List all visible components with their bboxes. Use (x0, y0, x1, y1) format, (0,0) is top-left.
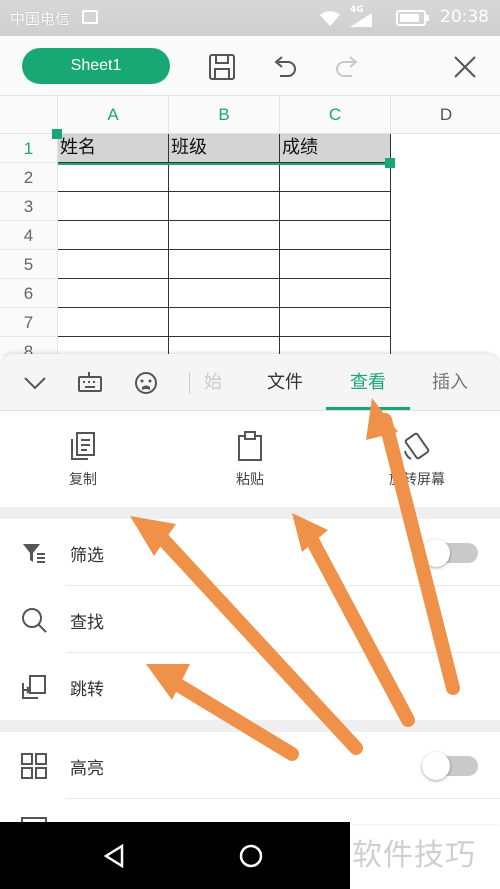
row-header-3[interactable]: 3 (0, 192, 58, 221)
app-root: 中国电信 4G 20:38 Sheet1 A B C D 1 2 3 4 5 6… (0, 0, 500, 889)
clock: 20:38 (440, 7, 489, 27)
rotate-screen-icon (404, 432, 430, 460)
paste-button[interactable]: 粘贴 (190, 411, 310, 507)
highlight-row[interactable]: 高亮 (0, 732, 500, 799)
chevron-down-icon[interactable] (22, 370, 48, 396)
watermark-text: 软件技巧 (352, 838, 476, 873)
assistant-face-icon[interactable] (133, 370, 159, 396)
table-cell[interactable] (169, 279, 280, 308)
column-header-b[interactable]: B (169, 96, 280, 134)
highlight-icon (21, 753, 47, 779)
close-icon[interactable] (450, 52, 480, 82)
column-header-c[interactable]: C (280, 96, 391, 134)
selection-underline (58, 163, 391, 165)
image-notification-icon (82, 10, 98, 24)
cell-c1[interactable]: 成绩 (280, 134, 391, 163)
keyboard-icon[interactable] (77, 370, 103, 396)
copy-button[interactable]: 复制 (23, 411, 143, 507)
find-label: 查找 (70, 613, 104, 633)
table-cell[interactable] (280, 221, 391, 250)
table-cell[interactable] (58, 250, 169, 279)
paste-icon (238, 431, 262, 461)
signal-icon (350, 13, 372, 27)
selection-handle-end[interactable] (385, 158, 395, 168)
table-cell[interactable] (58, 308, 169, 337)
save-icon[interactable] (207, 52, 237, 82)
bottom-tool-panel: 始 文件 查看 插入 复制 粘贴 旋转屏幕 筛选 查找 跳转 高亮 (0, 354, 500, 824)
tab-file[interactable]: 文件 (250, 354, 320, 411)
table-cell[interactable] (280, 163, 391, 192)
rotate-screen-label: 旋转屏幕 (389, 472, 445, 488)
table-cell[interactable] (169, 192, 280, 221)
selection-handle-start[interactable] (52, 129, 62, 139)
spreadsheet-grid[interactable]: A B C D 1 2 3 4 5 6 7 8 姓名 班级 成绩 (0, 96, 500, 356)
row-header-1[interactable]: 1 (0, 134, 58, 163)
highlight-label: 高亮 (70, 759, 104, 779)
table-cell[interactable] (58, 192, 169, 221)
tab-insert[interactable]: 插入 (420, 354, 480, 411)
table-cell[interactable] (169, 308, 280, 337)
highlight-toggle[interactable] (422, 752, 478, 780)
status-bar: 中国电信 4G 20:38 (0, 0, 500, 36)
copy-icon (71, 432, 95, 460)
filter-label: 筛选 (70, 546, 104, 566)
table-cell[interactable] (169, 250, 280, 279)
rotate-screen-button[interactable]: 旋转屏幕 (357, 411, 477, 507)
back-icon[interactable] (100, 842, 128, 870)
column-header-d[interactable]: D (391, 96, 500, 134)
table-cell[interactable] (58, 163, 169, 192)
table-cell[interactable] (58, 279, 169, 308)
search-icon (22, 608, 47, 633)
section-gap (0, 720, 500, 732)
table-cell[interactable] (280, 250, 391, 279)
tab-view[interactable]: 查看 (330, 354, 406, 411)
table-cell[interactable] (280, 308, 391, 337)
jump-row[interactable]: 跳转 (0, 653, 500, 720)
row-header-4[interactable]: 4 (0, 221, 58, 250)
cell-a1[interactable]: 姓名 (58, 134, 169, 163)
filter-icon (23, 544, 45, 563)
table-cell[interactable] (58, 221, 169, 250)
table-cell[interactable] (280, 192, 391, 221)
wifi-icon (320, 11, 340, 26)
redo-icon[interactable] (332, 52, 362, 82)
jump-icon (22, 675, 46, 699)
sheet-tab-button[interactable]: Sheet1 (22, 48, 170, 84)
corner-cell[interactable] (0, 96, 58, 134)
jump-label: 跳转 (70, 680, 104, 700)
table-cell[interactable] (169, 163, 280, 192)
row-divider (66, 798, 500, 799)
tab-separator (189, 372, 190, 394)
filter-row[interactable]: 筛选 (0, 519, 500, 586)
toggle-knob (422, 752, 450, 780)
carrier-name: 中国电信 (10, 10, 71, 28)
paste-label: 粘贴 (236, 472, 264, 488)
column-header-a[interactable]: A (58, 96, 169, 134)
active-tab-indicator (326, 407, 410, 410)
quick-actions: 复制 粘贴 旋转屏幕 (0, 411, 500, 507)
section-gap (0, 507, 500, 519)
table-cell[interactable] (169, 221, 280, 250)
filter-toggle[interactable] (422, 539, 478, 567)
battery-fill (400, 14, 419, 22)
cell-b1[interactable]: 班级 (169, 134, 280, 163)
copy-label: 复制 (69, 472, 97, 488)
system-nav-bar (0, 822, 350, 889)
row-header-7[interactable]: 7 (0, 308, 58, 337)
row-header-5[interactable]: 5 (0, 250, 58, 279)
row-header-6[interactable]: 6 (0, 279, 58, 308)
home-icon[interactable] (237, 842, 265, 870)
row-header-2[interactable]: 2 (0, 163, 58, 192)
battery-icon (396, 10, 429, 26)
table-cell[interactable] (280, 279, 391, 308)
top-toolbar: Sheet1 (0, 36, 500, 96)
toggle-knob (422, 539, 450, 567)
undo-icon[interactable] (270, 52, 300, 82)
panel-tab-bar: 始 文件 查看 插入 (0, 354, 500, 411)
find-row[interactable]: 查找 (0, 586, 500, 653)
tab-start[interactable]: 始 (198, 354, 228, 411)
